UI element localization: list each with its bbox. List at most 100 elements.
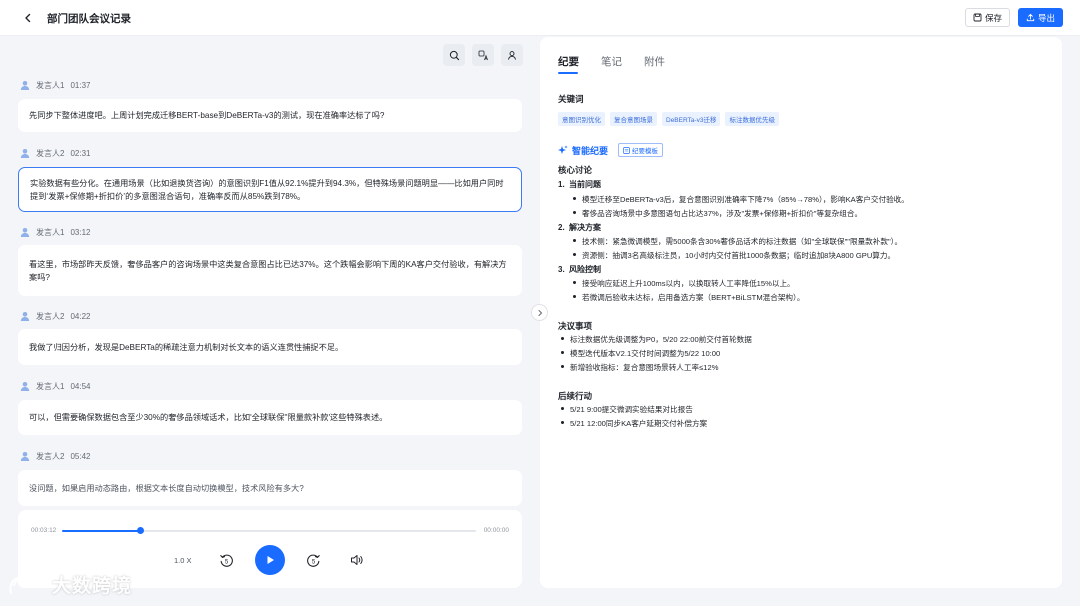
- section-title-text: 风险控制: [569, 265, 601, 274]
- save-button[interactable]: 保存: [965, 8, 1010, 27]
- upload-icon: [1026, 13, 1035, 22]
- speaker-name: 发言人2: [36, 311, 65, 321]
- save-icon: [973, 13, 982, 22]
- avatar-icon: [20, 149, 30, 158]
- template-icon: [623, 146, 630, 154]
- play-icon: [267, 556, 274, 564]
- avatar-icon: [20, 382, 30, 391]
- speaker-row: 发言人1 03:12: [20, 225, 90, 239]
- transcript-text: 我做了归因分析，发现是DeBERTa的稀疏注意力机制对长文本的语义连贯性捕捉不足…: [29, 342, 344, 352]
- sparkle-icon: [558, 145, 568, 154]
- volume-icon: [351, 555, 363, 565]
- speaker-time: 01:37: [70, 80, 91, 90]
- section-title-text: 当前问题: [569, 180, 601, 189]
- keyword-list: 意图识别优化 复合意图场景 DeBERTa-v3迁移 标注数据优先级: [558, 112, 779, 126]
- transcript-bubble-active[interactable]: 实验数据有些分化。在通用场景（比如退换货咨询）的意图识别F1值从92.1%提升到…: [18, 167, 522, 212]
- keyword-tag[interactable]: 标注数据优先级: [725, 112, 779, 126]
- section-number: 3.: [558, 265, 565, 274]
- progress-track[interactable]: [62, 527, 476, 534]
- speaker-row: 发言人2 04:22: [20, 309, 90, 323]
- speaker-row: 发言人2 02:31: [20, 146, 90, 160]
- speaker-name: 发言人2: [36, 148, 65, 158]
- keyword-tag[interactable]: 复合意图场景: [610, 112, 657, 126]
- play-button[interactable]: [255, 545, 285, 575]
- discussion-section-title: 1. 当前问题: [558, 179, 601, 190]
- page-title: 部门团队会议记录: [47, 13, 131, 25]
- export-button[interactable]: 导出: [1018, 8, 1063, 27]
- translate-icon: [478, 50, 488, 60]
- avatar-icon: [20, 81, 30, 90]
- translate-button[interactable]: [472, 44, 494, 66]
- smart-summary-header: 智能纪要 纪要模板: [558, 143, 664, 157]
- watermark: 大数跨境: [8, 571, 132, 598]
- search-icon: [449, 50, 459, 60]
- tab-active-indicator: [558, 72, 578, 74]
- transcript-bubble[interactable]: 没问题，如果启用动态路由，根据文本长度自动切换模型，技术风险有多大?: [18, 470, 522, 506]
- discussion-bullet: 接受响应延迟上升100ms以内，以换取转人工率降低15%以上。: [573, 279, 795, 288]
- transcript-bubble[interactable]: 看这里，市场部昨天反馈，奢侈品客户的咨询场景中这类复合意图占比已达37%。这个跌…: [18, 245, 522, 296]
- summary-template-button[interactable]: 纪要模板: [618, 143, 664, 157]
- transcript-bubble[interactable]: 可以，但需要确保数据包含至少30%的奢侈品领域话术，比如'全球联保''限量款补款…: [18, 400, 522, 435]
- decision-item: 模型迭代版本V2.1交付时间调整为5/22 10:00: [560, 349, 721, 358]
- transcript-text: 可以，但需要确保数据包含至少30%的奢侈品领域话术，比如'全球联保''限量款补款…: [29, 413, 388, 422]
- speaker-time: 04:22: [70, 311, 91, 321]
- avatar-icon: [20, 228, 30, 237]
- rewind-icon: 5: [219, 554, 233, 567]
- skip-back-button[interactable]: 5: [218, 552, 234, 568]
- section-title-text: 解决方案: [569, 223, 601, 232]
- decision-item: 标注数据优先级调整为P0，5/20 22:00前交付首轮数据: [561, 335, 752, 344]
- avatar-icon: [20, 312, 30, 321]
- tab-summary[interactable]: 纪要: [558, 54, 579, 69]
- transcript-bubble[interactable]: 我做了归因分析，发现是DeBERTa的稀疏注意力机制对长文本的语义连贯性捕捉不足…: [18, 329, 522, 365]
- summary-template-label: 纪要模板: [632, 148, 659, 155]
- user-icon: [507, 50, 516, 60]
- decision-item: 新增验收指标：复合意图场景转人工率≤12%: [560, 363, 719, 372]
- search-button[interactable]: [443, 44, 465, 66]
- speaker-time: 05:42: [70, 451, 91, 461]
- section-number: 1.: [558, 180, 565, 189]
- transcript-text: 没问题，如果启用动态路由，根据文本长度自动切换模型，技术风险有多大?: [29, 483, 304, 493]
- back-button[interactable]: [18, 8, 38, 28]
- transcript-text: 实验数据有些分化。在通用场景（比如退换货咨询）的意图识别F1值从92.1%提升到…: [30, 178, 504, 201]
- skip-forward-button[interactable]: 5: [305, 552, 321, 568]
- speakers-button[interactable]: [501, 44, 523, 66]
- speaker-time: 03:12: [70, 227, 91, 237]
- export-label: 导出: [1037, 12, 1055, 23]
- discussion-bullet: 模型迁移至DeBERTa-v3后，复合意图识别准确率下降7%（85%→78%），…: [573, 195, 909, 204]
- section-number: 2.: [558, 223, 565, 232]
- discussion-bullet: 奢侈品咨询场景中多意图语句占比达37%，涉及"发票+保修期+折扣价"等复杂组合。: [572, 209, 863, 218]
- transcript-bubble[interactable]: 先同步下整体进度吧。上周计划完成迁移BERT-base到DeBERTa-v3的测…: [18, 99, 522, 132]
- discussion-bullet: 若微调后验收未达标，启用备选方案（BERT+BiLSTM混合架构）。: [572, 293, 805, 302]
- tab-notes[interactable]: 笔记: [601, 54, 622, 69]
- volume-button[interactable]: [349, 553, 365, 567]
- chevron-right-icon: [538, 309, 542, 316]
- speaker-name: 发言人1: [36, 80, 65, 90]
- keyword-tag[interactable]: 意图识别优化: [558, 112, 605, 126]
- follow-up-item: 5/21 12:00同步KA客户延期交付补偿方案: [560, 419, 708, 428]
- discussion-section-title: 2. 解决方案: [558, 222, 601, 233]
- summary-panel: 纪要 笔记 附件 关键词 意图识别优化 复合意图场景 DeBERTa-v3迁移 …: [540, 37, 1062, 588]
- skip-forward-seconds: 5: [311, 559, 315, 565]
- top-bar: 部门团队会议记录 保存 导出: [0, 0, 1080, 36]
- speaker-row: 发言人1 04:54: [20, 379, 90, 393]
- decisions-title: 决议事项: [558, 321, 593, 331]
- progress-fill: [62, 530, 141, 532]
- tab-attachments[interactable]: 附件: [644, 54, 665, 69]
- avatar-icon: [20, 452, 30, 461]
- follow-up-item: 5/21 9:00提交微调实验结果对比报告: [561, 405, 693, 414]
- skip-back-seconds: 5: [224, 559, 228, 565]
- speaker-name: 发言人2: [36, 451, 65, 461]
- total-time: 00:00:00: [483, 527, 509, 534]
- follow-up-title: 后续行动: [558, 391, 593, 401]
- progress-handle[interactable]: [137, 527, 145, 534]
- panel-toggle-button[interactable]: [531, 304, 548, 321]
- speaker-row: 发言人2 05:42: [20, 449, 90, 463]
- speed-button[interactable]: 1.0 X: [174, 556, 192, 565]
- discussion-bullet: 技术侧：紧急微调模型，需5000条含30%奢侈品话术的标注数据（如"全球联保""…: [572, 237, 903, 246]
- watermark-text: 大数跨境: [52, 576, 133, 597]
- core-discussion-title: 核心讨论: [558, 165, 593, 175]
- keyword-tag[interactable]: DeBERTa-v3迁移: [662, 112, 721, 126]
- speaker-name: 发言人1: [36, 227, 65, 237]
- discussion-section-title: 3. 风险控制: [558, 264, 601, 275]
- speaker-name: 发言人1: [36, 381, 65, 391]
